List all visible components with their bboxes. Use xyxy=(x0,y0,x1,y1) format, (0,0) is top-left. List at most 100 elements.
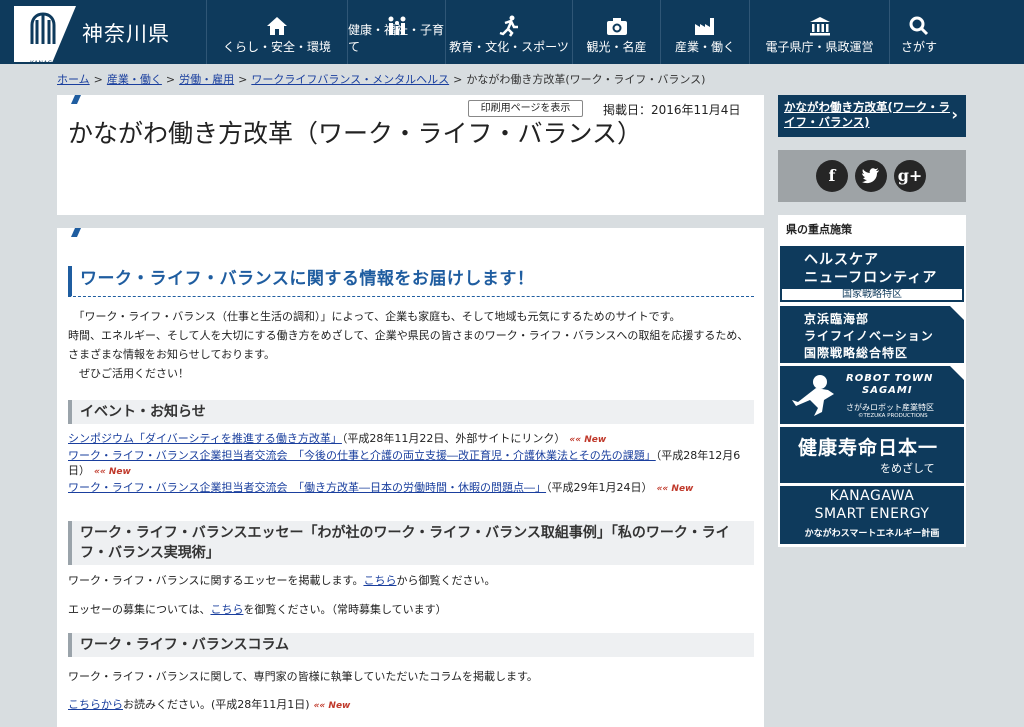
breadcrumb-home[interactable]: ホーム xyxy=(57,73,90,86)
social-share-bar: f g+ xyxy=(778,150,966,202)
site-header: KANAGAWA 神奈川県 くらし・安全・環境 健康・福祉・子育て 教育・文化・… xyxy=(0,0,1024,64)
banner-text: ライフイノベーション xyxy=(804,329,934,343)
search-icon xyxy=(909,16,929,36)
breadcrumb-current: かながわ働き方改革(ワーク・ライフ・バランス) xyxy=(466,73,706,86)
nav-item-government[interactable]: 電子県庁・県政運営 xyxy=(749,0,889,64)
intro-line: 時間、エネルギー、そして人を大切にする働き方をめざして、企業や県民の皆さまのワー… xyxy=(68,329,749,361)
banner-smart-energy[interactable]: KANAGAWA SMART ENERGY かながわスマートエネルギー計画 xyxy=(780,486,964,544)
banner-text: 健康寿命日本一 xyxy=(798,437,939,459)
twitter-icon[interactable] xyxy=(855,160,887,192)
nav-item-search[interactable]: さがす xyxy=(889,0,948,64)
banner-text: 京浜臨海部 xyxy=(804,312,870,326)
nav-label: 産業・働く xyxy=(674,40,735,54)
section-heading: ワーク・ライフ・バランスに関する情報をお届けします！ xyxy=(68,266,754,297)
banner-text: SAGAMI xyxy=(862,385,913,396)
nav-label: 電子県庁・県政運営 xyxy=(765,40,874,54)
breadcrumb-wlb[interactable]: ワークライフバランス・メンタルヘルス xyxy=(251,73,449,86)
chevron-right-icon: › xyxy=(951,105,958,124)
column-link-paragraph: こちらからお読みください。(平成28年11月1日) «« New xyxy=(68,698,351,711)
essay-recruit-link[interactable]: こちら xyxy=(210,603,243,616)
accent-stripe xyxy=(71,228,81,237)
print-button[interactable]: 印刷用ページを表示 xyxy=(468,100,583,117)
event-link[interactable]: ワーク・ライフ・バランス企業担当者交流会 「働き方改革―日本の労働時間・休暇の問… xyxy=(68,481,546,494)
banner-robot-town-sagami[interactable]: ROBOT TOWN SAGAMI さがみロボット産業特区 ©TEZUKA PR… xyxy=(780,366,964,424)
event-note: （平成29年1月24日） xyxy=(546,481,653,494)
main-content: ワーク・ライフ・バランスに関する情報をお届けします！ 「ワーク・ライフ・バランス… xyxy=(57,228,764,727)
logo-caption: KANAGAWA xyxy=(30,60,67,67)
factory-icon xyxy=(695,18,714,35)
banner-text: 国家戦略特区 xyxy=(780,287,964,302)
nav-item-tourism[interactable]: 観光・名産 xyxy=(572,0,660,64)
breadcrumb-separator: > xyxy=(165,73,176,86)
new-badge: «« New xyxy=(94,467,131,477)
event-link[interactable]: シンポジウム「ダイバーシティを推進する働き方改革」 xyxy=(68,432,342,445)
intro-text: 「ワーク・ライフ・バランス（仕事と生活の調和）」によって、企業も家庭も、そして地… xyxy=(68,307,758,383)
nav-item-education[interactable]: 教育・文化・スポーツ xyxy=(445,0,572,64)
breadcrumb-labor[interactable]: 労働・雇用 xyxy=(179,73,234,86)
twitter-bird-icon xyxy=(862,168,879,184)
essay-link[interactable]: こちら xyxy=(363,574,396,587)
intro-line: 「ワーク・ライフ・バランス（仕事と生活の調和）」によって、企業も家庭も、そして地… xyxy=(68,310,681,323)
column-paragraph: ワーク・ライフ・バランスに関して、専門家の皆様に執筆していただいたコラムを掲載し… xyxy=(68,670,538,683)
logo-name: 神奈川県 xyxy=(82,22,170,46)
column-heading: ワーク・ライフ・バランスコラム xyxy=(68,633,754,657)
intro-line: ぜひご活用ください！ xyxy=(68,367,189,380)
event-note: （平成28年11月22日、外部サイトにリンク） xyxy=(341,432,566,445)
runner-icon xyxy=(499,15,518,37)
priority-policies-panel: 県の重点施策 ヘルスケア ニューフロンティア 国家戦略特区 京浜臨海部 ライフイ… xyxy=(778,215,966,547)
camera-icon xyxy=(606,18,627,35)
site-logo[interactable]: KANAGAWA 神奈川県 xyxy=(0,0,206,64)
priority-title: 県の重点施策 xyxy=(786,223,852,236)
breadcrumb-separator: > xyxy=(453,73,463,86)
prefecture-emblem: KANAGAWA xyxy=(14,6,76,62)
new-badge: «« New xyxy=(313,701,351,711)
title-panel: 印刷用ページを表示 掲載日：2016年11月4日 かながわ働き方改革（ワーク・ラ… xyxy=(57,95,764,215)
banner-text: KANAGAWA xyxy=(829,488,915,504)
banner-text: をめざして xyxy=(880,462,935,475)
event-link[interactable]: ワーク・ライフ・バランス企業担当者交流会 「今後の仕事と介護の両立支援―改正育児… xyxy=(68,449,656,462)
breadcrumb: ホーム > 産業・働く > 労働・雇用 > ワークライフバランス・メンタルヘルス > かながわ働… xyxy=(57,71,705,87)
essay-paragraph: ワーク・ライフ・バランスに関するエッセーを掲載します。こちらから御覧ください。 xyxy=(68,574,496,587)
banner-credit: ©TEZUKA PRODUCTIONS xyxy=(858,413,928,419)
nav-item-living[interactable]: くらし・安全・環境 xyxy=(206,0,347,64)
google-plus-icon[interactable]: g+ xyxy=(894,160,926,192)
events-list: シンポジウム「ダイバーシティを推進する働き方改革」（平成28年11月22日、外部… xyxy=(68,431,758,497)
banner-healthy-life[interactable]: 健康寿命日本一 をめざして xyxy=(780,427,964,483)
page-title: かながわ働き方改革（ワーク・ライフ・バランス） xyxy=(68,119,643,148)
banner-text: ニューフロンティア xyxy=(804,270,938,286)
corner-fold-icon xyxy=(950,306,964,320)
nav-label: 教育・文化・スポーツ xyxy=(449,40,569,54)
sidebar-page-link[interactable]: かながわ働き方改革(ワーク・ライフ・バランス) › xyxy=(778,95,966,137)
list-item: ワーク・ライフ・バランス企業担当者交流会 「今後の仕事と介護の両立支援―改正育児… xyxy=(68,448,758,480)
home-icon xyxy=(267,17,287,35)
banner-text: SMART ENERGY xyxy=(814,506,930,522)
accent-stripe xyxy=(71,95,81,104)
banner-healthcare[interactable]: ヘルスケア ニューフロンティア 国家戦略特区 xyxy=(780,246,964,302)
nav-item-industry[interactable]: 産業・働く xyxy=(660,0,749,64)
banner-text: さがみロボット産業特区 xyxy=(846,403,934,412)
banner-keihin-life-innovation[interactable]: 京浜臨海部 ライフイノベーション 国際戦略総合特区 xyxy=(780,306,964,363)
posted-date: 掲載日：2016年11月4日 xyxy=(603,103,741,117)
nav-label: くらし・安全・環境 xyxy=(222,40,331,54)
nav-label: 観光・名産 xyxy=(586,40,647,54)
new-badge: «« New xyxy=(656,484,694,494)
banner-text: ヘルスケア xyxy=(804,252,879,268)
robot-character-icon xyxy=(792,375,834,416)
breadcrumb-separator: > xyxy=(93,73,103,86)
essay-recruit-paragraph: エッセーの募集については、こちらを御覧ください。（常時募集しています） xyxy=(68,603,447,616)
breadcrumb-industry[interactable]: 産業・働く xyxy=(107,73,162,86)
nav-item-health[interactable]: 健康・福祉・子育て xyxy=(347,0,445,64)
main-nav: くらし・安全・環境 健康・福祉・子育て 教育・文化・スポーツ 観光・名産 産業・… xyxy=(206,0,948,64)
facebook-icon[interactable]: f xyxy=(816,160,848,192)
nav-label: さがす xyxy=(900,40,937,54)
column-link[interactable]: こちらから xyxy=(68,698,123,711)
family-icon xyxy=(388,16,405,35)
events-heading: イベント・お知らせ xyxy=(68,400,754,424)
corner-fold-icon xyxy=(950,366,964,380)
new-badge: «« New xyxy=(569,435,607,445)
banner-text: 国際戦略総合特区 xyxy=(804,346,909,360)
government-icon xyxy=(809,17,830,36)
banner-text: ROBOT TOWN xyxy=(846,373,934,384)
list-item: ワーク・ライフ・バランス企業担当者交流会 「働き方改革―日本の労働時間・休暇の問… xyxy=(68,480,758,497)
list-item: シンポジウム「ダイバーシティを推進する働き方改革」（平成28年11月22日、外部… xyxy=(68,431,758,448)
